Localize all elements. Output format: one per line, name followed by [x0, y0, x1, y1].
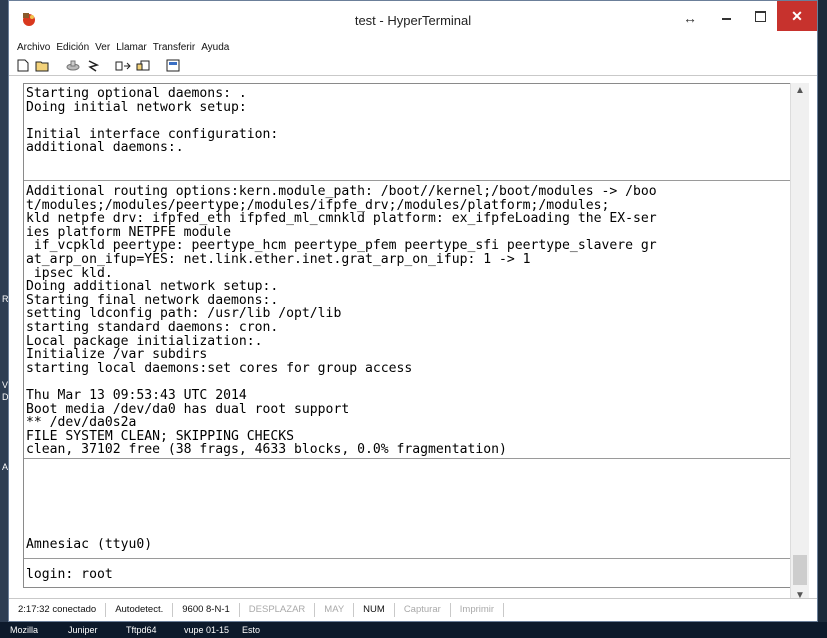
terminal-line: setting ldconfig path: /usr/lib /opt/lib	[26, 306, 342, 322]
terminal-line: clean, 37102 free (38 frags, 4633 blocks…	[26, 442, 507, 458]
terminal-line: Doing initial network setup:	[26, 99, 247, 115]
terminal-screen[interactable]: Starting optional daemons: . Doing initi…	[23, 83, 795, 588]
terminal-line: Amnesiac (ttyu0)	[26, 537, 153, 552]
status-print: Imprimir	[451, 603, 505, 617]
scroll-thumb[interactable]	[793, 555, 807, 585]
maximize-button[interactable]	[743, 1, 777, 31]
terminal-line: Starting optional daemons: .	[26, 86, 247, 101]
terminal-line: Local package initialization:.	[26, 333, 263, 349]
terminal-line: ies platform NETPFE module	[26, 224, 231, 240]
hyperterminal-window: test - HyperTerminal ↔ ✕ Archivo Edición…	[8, 0, 818, 622]
receive-icon[interactable]	[135, 58, 151, 72]
disconnect-icon[interactable]	[85, 58, 101, 72]
menu-bar: Archivo Edición Ver Llamar Transferir Ay…	[9, 39, 817, 55]
status-num: NUM	[354, 603, 395, 617]
login-prompt[interactable]: login: root	[26, 568, 794, 582]
terminal-line: additional daemons:.	[26, 140, 184, 156]
vertical-scrollbar[interactable]: ▲ ▼	[790, 83, 809, 603]
menu-llamar[interactable]: Llamar	[116, 42, 147, 53]
terminal-line: Starting final network daemons:.	[26, 292, 279, 308]
status-connected: 2:17:32 conectado	[9, 603, 107, 617]
title-bar[interactable]: test - HyperTerminal ↔ ✕	[9, 1, 817, 39]
terminal-line: Additional routing options:kern.module_p…	[26, 184, 657, 199]
terminal-line: kld netpfe drv: ifpfed_eth ifpfed_ml_cmn…	[26, 211, 657, 227]
status-scroll: DESPLAZAR	[240, 603, 316, 617]
taskbar-item[interactable]: Tftpd64	[116, 625, 174, 635]
divider	[24, 558, 794, 559]
new-icon[interactable]	[15, 58, 31, 72]
menu-transferir[interactable]: Transferir	[153, 42, 195, 53]
terminal-line: Initial interface configuration:	[26, 126, 279, 142]
terminal-block-login: login: root	[26, 568, 794, 582]
taskbar-item[interactable]: vupe 01-15	[174, 625, 232, 635]
send-icon[interactable]	[115, 58, 131, 72]
taskbar-item[interactable]: Esto	[232, 625, 290, 635]
properties-icon[interactable]	[165, 58, 181, 72]
maximize-icon	[754, 10, 766, 22]
terminal-block-amnesiac: Amnesiac (ttyu0)	[26, 538, 794, 552]
terminal-block-boot: Starting optional daemons: . Doing initi…	[26, 87, 794, 155]
terminal-line: Boot media /dev/da0 has dual root suppor…	[26, 401, 350, 417]
menu-edicion[interactable]: Edición	[56, 42, 89, 53]
terminal-block-startup: Additional routing options:kern.module_p…	[26, 185, 794, 457]
terminal-line: at_arp_on_ifup=YES: net.link.ether.inet.…	[26, 251, 531, 267]
taskbar: Mozilla Juniper Tftpd64 vupe 01-15 Esto	[0, 622, 827, 638]
terminal-line: ipsec kld.	[26, 265, 113, 281]
minimize-button[interactable]	[709, 1, 743, 31]
open-icon[interactable]	[35, 58, 51, 72]
resize-arrows-icon[interactable]: ↔	[673, 3, 707, 33]
menu-archivo[interactable]: Archivo	[17, 42, 50, 53]
status-caps: MAY	[315, 603, 355, 617]
terminal-line: ** /dev/da0s2a	[26, 415, 137, 431]
toolbar	[9, 55, 817, 76]
terminal-line: Initialize /var subdirs	[26, 347, 208, 363]
status-capture: Capturar	[395, 603, 451, 617]
connect-icon[interactable]	[65, 58, 81, 72]
taskbar-item[interactable]: Juniper	[58, 625, 116, 635]
terminal-line: Doing additional network setup:.	[26, 279, 279, 295]
minimize-icon	[721, 18, 731, 20]
status-params: 9600 8-N-1	[173, 603, 240, 617]
terminal-line: t/modules;/modules/peertype;/modules/ifp…	[26, 197, 610, 213]
menu-ayuda[interactable]: Ayuda	[201, 42, 229, 53]
terminal-line: FILE SYSTEM CLEAN; SKIPPING CHECKS	[26, 428, 295, 444]
terminal-line: Thu Mar 13 09:53:43 UTC 2014	[26, 387, 247, 403]
taskbar-item[interactable]: Mozilla	[0, 625, 58, 635]
divider	[24, 458, 794, 459]
terminal-line: if_vcpkld peertype: peertype_hcm peertyp…	[26, 238, 657, 254]
terminal-line: starting local daemons:set cores for gro…	[26, 360, 413, 376]
close-button[interactable]: ✕	[777, 1, 817, 31]
scroll-up-icon[interactable]: ▲	[795, 85, 805, 96]
status-bar: 2:17:32 conectado Autodetect. 9600 8-N-1…	[9, 598, 817, 621]
terminal-line: starting standard daemons: cron.	[26, 319, 279, 335]
menu-ver[interactable]: Ver	[95, 42, 110, 53]
status-detect: Autodetect.	[106, 603, 174, 617]
divider	[24, 180, 794, 181]
